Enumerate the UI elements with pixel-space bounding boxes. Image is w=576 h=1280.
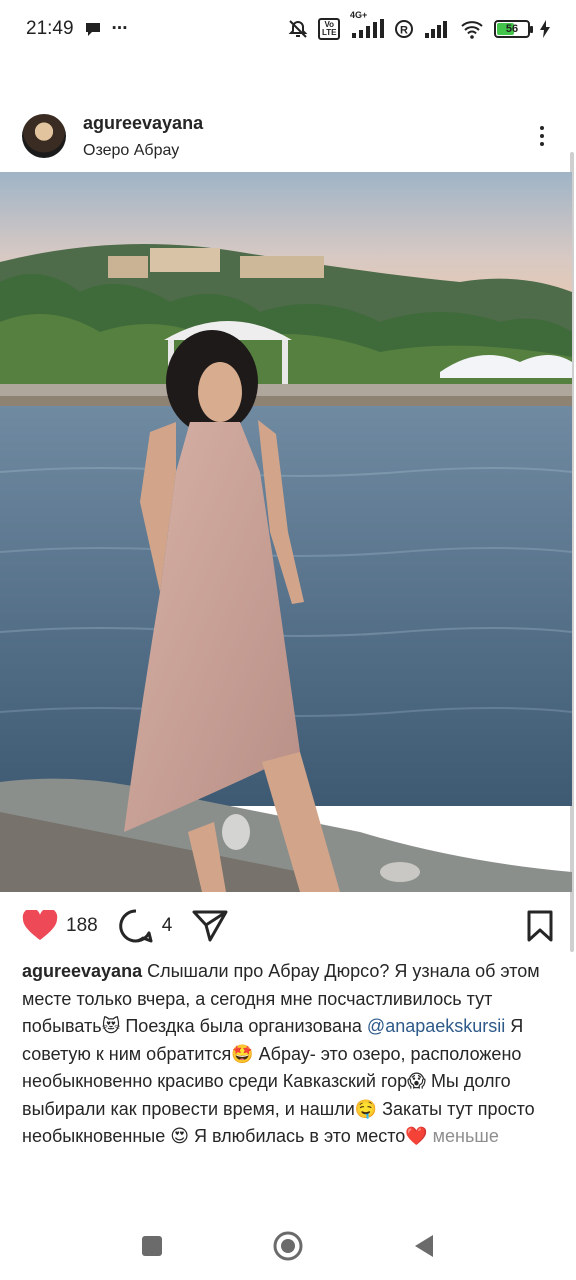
comment-icon[interactable] [118,908,154,944]
post-location[interactable]: Озеро Абрау [83,142,203,160]
home-button[interactable] [266,1224,310,1268]
more-options-button[interactable] [530,121,554,151]
recent-apps-button[interactable] [130,1224,174,1268]
comments-count[interactable]: 4 [162,915,173,937]
recent-apps-icon [142,1236,162,1256]
charging-icon [540,20,550,38]
heart-icon[interactable] [22,910,58,942]
more-vertical-icon [540,126,544,130]
wifi-icon [460,19,484,39]
status-right: Vo LTE 4G+ R 56 [288,10,550,40]
battery-icon: 56 [494,20,533,38]
back-button[interactable] [402,1224,446,1268]
post-header: agureevayana Озеро Абрау [0,106,576,166]
signal-2-icon [424,19,450,39]
more-dots-icon: ··· [111,18,129,39]
system-nav-bar [0,1212,576,1280]
photo-illustration [0,172,572,892]
share-action[interactable] [192,909,228,943]
likes-count[interactable]: 188 [66,915,98,937]
comment-action[interactable]: 4 [118,908,173,944]
status-bar: 21:49 ··· Vo LTE 4G+ R 56 [0,0,576,58]
post-photo[interactable] [0,172,572,892]
chat-bubble-icon [84,20,102,38]
back-icon [415,1235,433,1257]
caption-mention[interactable]: @anapaekskursii [367,1016,505,1036]
battery-level: 56 [505,23,519,35]
mute-bell-icon [288,19,308,39]
like-action[interactable]: 188 [22,910,98,942]
home-icon [273,1231,303,1261]
signal-icon: 4G+ [350,10,384,39]
post-actions: 188 4 [0,900,576,952]
svg-text:R: R [400,25,408,37]
registered-icon: R [394,19,414,39]
bookmark-icon[interactable] [526,910,554,942]
avatar[interactable] [22,114,66,158]
show-less-link[interactable]: меньше [433,1126,499,1146]
post-username[interactable]: agureevayana [83,113,203,134]
caption-username[interactable]: agureevayana [22,961,142,981]
status-left: 21:49 ··· [26,18,129,40]
user-block: agureevayana Озеро Абрау [83,113,203,160]
status-time: 21:49 [26,18,74,39]
network-type-label: 4G+ [350,10,368,20]
post-caption: agureevayana Слышали про Абрау Дюрсо? Я … [22,958,558,1151]
volte-icon: Vo LTE [318,18,340,40]
share-icon[interactable] [192,909,228,943]
save-button[interactable] [526,910,554,942]
